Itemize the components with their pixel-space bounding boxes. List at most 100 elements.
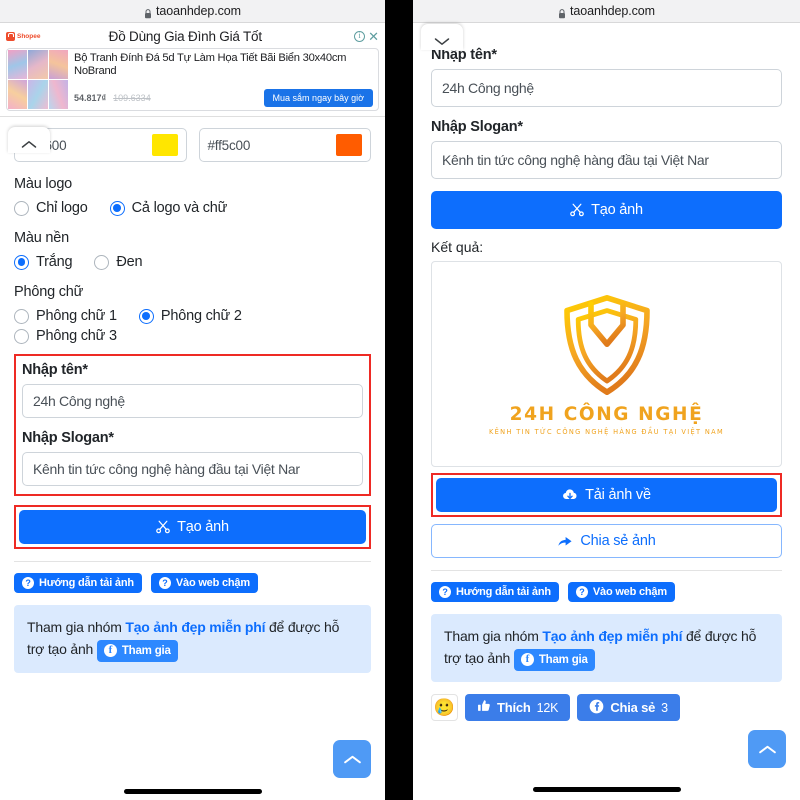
logo-color-radio-group: Chỉ logo Cả logo và chữ [14,200,371,216]
radio-circle[interactable] [14,254,29,270]
close-icon[interactable]: ✕ [368,30,379,43]
browser-address-bar-right[interactable]: taoanhdep.com [413,0,800,23]
notice-prefix: Tham gia nhóm [27,619,126,635]
radio-option-black[interactable]: Đen [94,254,143,270]
create-image-button-right[interactable]: Tạo ảnh [431,191,782,229]
share-count: 3 [661,700,668,715]
ad-old-price: 109.6334 [113,93,151,103]
left-phone-panel: taoanhdep.com Shopee Đồ Dùng Gia Đình Gi… [0,0,385,800]
slogan-input[interactable]: Kênh tin tức công nghệ hàng đầu tại Việt… [22,452,363,486]
slogan-input-right[interactable]: Kênh tin tức công nghệ hàng đầu tại Việt… [431,141,782,179]
radio-circle[interactable] [14,200,29,216]
ad-price-row: 54.817₫ 109.6334 Mua sắm ngay bây giờ [74,89,373,107]
radio-option-font-3[interactable]: Phông chữ 3 [14,328,117,344]
right-phone-panel: taoanhdep.com Nhập tên* 24h Công nghệ Nh… [413,0,800,800]
scroll-to-top-button-left[interactable] [333,740,371,778]
info-icon[interactable]: i [354,30,366,42]
radio-label: Đen [116,254,143,270]
social-actions-row: 🥲 Thích 12K Chia sẻ 3 [431,694,782,722]
notice-group-link[interactable]: Tạo ảnh đẹp miễn phí [542,628,682,644]
bg-color-group-label: Màu nền [14,230,70,246]
ad-product-body: Bộ Tranh Đính Đá 5d Tự Làm Họa Tiết Bãi … [69,49,378,110]
lock-icon [558,6,566,19]
ad-cta-button[interactable]: Mua sắm ngay bây giờ [263,89,373,107]
ad-price: 54.817₫ [74,93,107,103]
facebook-share-button[interactable]: Chia sẻ 3 [577,694,680,722]
radio-label: Phông chữ 3 [36,328,117,344]
notice-group-link[interactable]: Tạo ảnh đẹp miễn phí [125,619,265,635]
radio-label: Chỉ logo [36,200,88,216]
pill-label: Vào web chậm [592,586,667,598]
generated-logo: 24H CÔNG NGHỆ KÊNH TIN TỨC CÔNG NGHỆ HÀN… [489,293,724,436]
pill-label: Hướng dẫn tải ảnh [39,577,134,589]
radio-option-logo-only[interactable]: Chỉ logo [14,200,88,216]
pill-slow-web-right[interactable]: ? Vào web chậm [567,582,675,602]
chevron-up-icon [343,754,362,765]
question-icon: ? [158,577,171,589]
logo-tagline-text: KÊNH TIN TỨC CÔNG NGHỆ HÀNG ĐẦU TẠI VIỆT… [488,427,725,436]
name-input-right[interactable]: 24h Công nghệ [431,69,782,107]
join-group-chip[interactable]: f Tham gia [96,639,178,663]
like-count: 12K [536,700,559,715]
join-chip-label: Tham gia [121,644,171,657]
pill-label: Hướng dẫn tải ảnh [456,586,551,598]
radio-option-font-2[interactable]: Phông chữ 2 [138,308,242,324]
radio-circle[interactable] [94,254,110,270]
create-image-button[interactable]: Tạo ảnh [19,510,366,544]
color-swatch-2[interactable] [336,134,362,156]
notice-prefix: Tham gia nhóm [444,628,543,644]
result-preview-box: 24H CÔNG NGHỆ KÊNH TIN TỨC CÔNG NGHỆ HÀN… [431,261,782,467]
logo-color-group-label: Màu logo [14,176,73,192]
name-input[interactable]: 24h Công nghệ [22,384,363,418]
reaction-emoji[interactable]: 🥲 [431,694,458,722]
pill-slow-web[interactable]: ? Vào web chậm [150,573,258,593]
home-indicator-left [123,789,262,794]
radio-option-white[interactable]: Trắng [14,254,73,270]
radio-circle[interactable] [14,308,29,324]
facebook-icon: f [103,644,117,658]
panel-collapse-toggle-left[interactable] [8,127,50,153]
browser-address-bar[interactable]: taoanhdep.com [0,0,385,23]
like-label: Thích [497,700,531,716]
pill-label: Vào web chậm [175,577,250,589]
chevron-down-icon [434,33,450,45]
share-image-button[interactable]: Chia sẻ ảnh [431,524,782,558]
panel-collapse-toggle-right[interactable] [421,24,463,50]
share-label: Chia sẻ ảnh [580,533,656,549]
chevron-up-icon [758,744,777,755]
download-label: Tải ảnh về [585,487,651,503]
ad-header: Shopee Đồ Dùng Gia Đình Giá Tốt i ✕ [6,27,379,45]
highlight-box-create-button: Tạo ảnh [14,505,371,549]
highlight-box-download: Tải ảnh về [431,473,782,517]
radio-circle[interactable] [14,328,29,344]
radio-circle[interactable] [109,200,125,216]
radio-option-font-1[interactable]: Phông chữ 1 [14,308,117,324]
font-radio-group-row2: Phông chữ 3 [14,328,371,344]
question-icon: ? [575,586,588,598]
pill-download-guide[interactable]: ? Hướng dẫn tải ảnh [14,573,142,593]
shield-logo-icon [559,293,655,402]
question-icon: ? [439,586,451,598]
join-group-chip[interactable]: f Tham gia [513,648,595,672]
color-swatch-1[interactable] [151,134,178,156]
facebook-like-button[interactable]: Thích 12K [465,694,571,722]
scroll-to-top-button-right[interactable] [748,730,786,768]
share-icon [557,534,573,548]
name-field-label: Nhập tên* [22,362,88,378]
chevron-up-icon [21,136,37,148]
pill-download-guide-right[interactable]: ? Hướng dẫn tải ảnh [431,582,559,602]
lock-icon [144,6,152,19]
panel-divider [385,0,413,800]
ad-headline: Đồ Dùng Gia Đình Giá Tốt [108,28,262,44]
radio-label: Trắng [36,254,73,270]
highlight-box-name-slogan: Nhập tên* 24h Công nghệ Nhập Slogan* Kên… [14,354,371,496]
ad-banner[interactable]: Shopee Đồ Dùng Gia Đình Giá Tốt i ✕ Bộ T… [0,23,385,117]
radio-option-logo-and-text[interactable]: Cả logo và chữ [109,200,227,216]
ad-product-card[interactable]: Bộ Tranh Đính Đá 5d Tự Làm Họa Tiết Bãi … [6,48,379,111]
download-image-button[interactable]: Tải ảnh về [436,478,777,512]
radio-circle[interactable] [138,308,154,324]
url-text: taoanhdep.com [570,4,655,18]
cloud-download-icon [562,488,578,502]
color-input-secondary[interactable]: #ff5c00 [198,128,371,162]
right-form-content: Nhập tên* 24h Công nghệ Nhập Slogan* Kên… [413,23,800,722]
